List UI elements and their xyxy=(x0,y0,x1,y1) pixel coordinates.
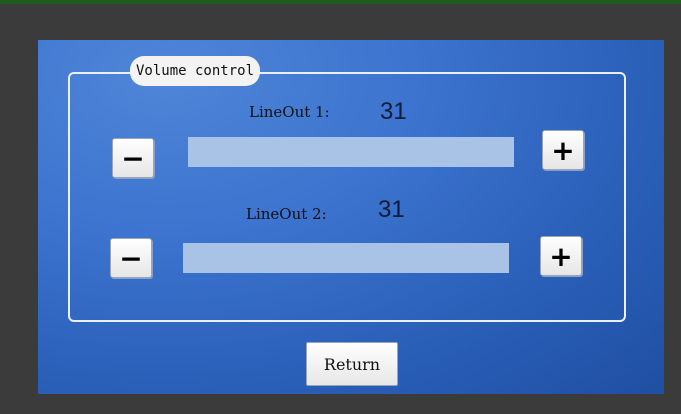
lineout-1-slider[interactable] xyxy=(188,137,514,167)
lineout-2-label: LineOut 2: xyxy=(246,205,327,223)
device-frame: Volume control LineOut 1: 31 − + LineOut… xyxy=(0,0,681,414)
return-button[interactable]: Return xyxy=(306,342,398,386)
lineout-2-value: 31 xyxy=(378,196,405,223)
lineout-1-value: 31 xyxy=(380,98,407,125)
volume-control-panel xyxy=(68,72,626,322)
lineout-2-increase-button[interactable]: + xyxy=(540,236,582,276)
lineout-2-decrease-button[interactable]: − xyxy=(110,238,152,278)
screen: Volume control LineOut 1: 31 − + LineOut… xyxy=(38,40,664,394)
panel-title: Volume control xyxy=(130,56,261,86)
lineout-1-decrease-button[interactable]: − xyxy=(112,138,154,178)
lineout-1-label: LineOut 1: xyxy=(249,103,330,121)
lineout-1-increase-button[interactable]: + xyxy=(542,130,584,170)
lineout-2-slider[interactable] xyxy=(183,243,509,273)
